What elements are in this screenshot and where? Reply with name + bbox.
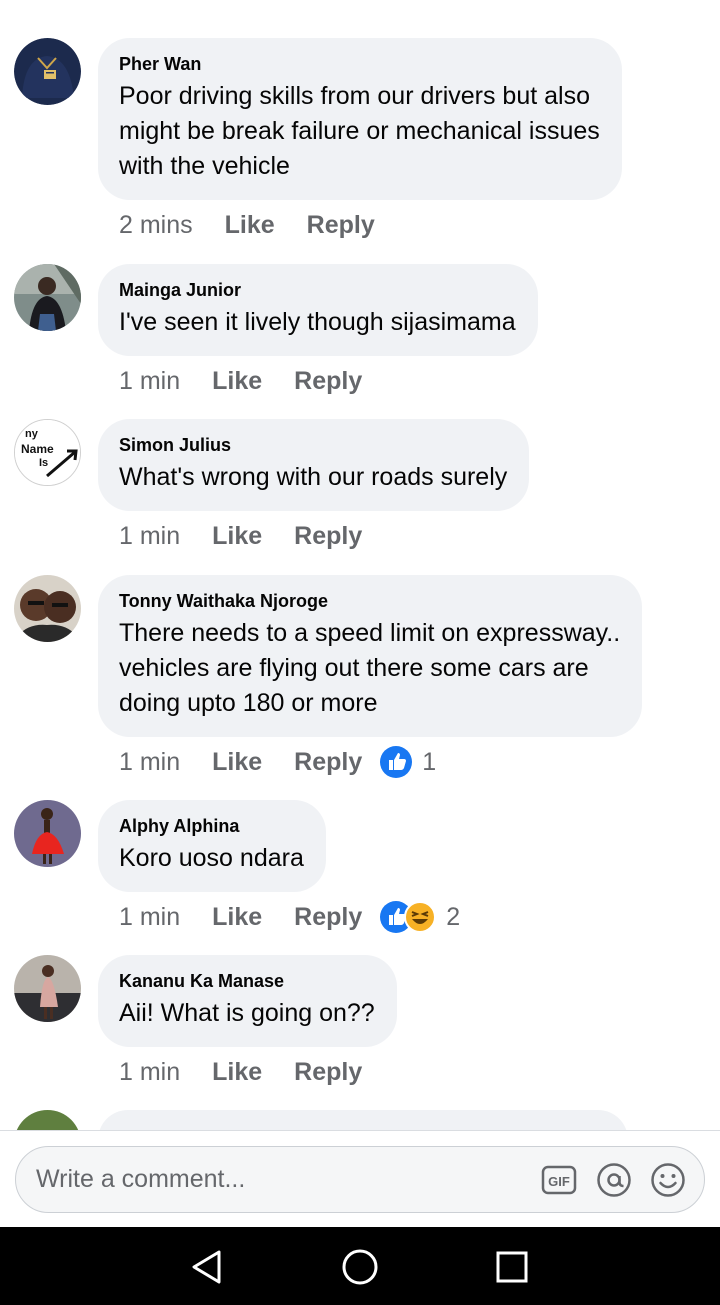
comment-meta: 1 min Like Reply 1 <box>119 745 436 779</box>
comment-bubble[interactable]: Pher Wan Poor driving skills from our dr… <box>98 38 622 200</box>
comment-text-line: What's wrong with our roads surely <box>119 463 508 491</box>
like-button[interactable]: Like <box>212 522 262 551</box>
comment-text-line: might be break failure or mechanical iss… <box>119 117 600 145</box>
reaction-count: 2 <box>446 902 461 931</box>
avatar[interactable] <box>14 264 81 331</box>
comment-text-line: Aii! What is going on?? <box>119 999 375 1027</box>
comment-time[interactable]: 1 min <box>119 1058 180 1087</box>
avatar-text: Name <box>21 442 54 456</box>
comment-text-line: Poor driving skills from our drivers but… <box>119 82 590 110</box>
comment-bubble[interactable]: Simon Julius What's wrong with our roads… <box>98 419 530 511</box>
comment-meta: 1 min Like Reply 2 <box>119 900 460 934</box>
avatar[interactable]: ny Name Is <box>14 419 81 486</box>
comment-author[interactable]: Simon Julius <box>119 434 507 456</box>
reaction-count: 1 <box>422 747 437 776</box>
avatar-text: ny <box>25 428 39 440</box>
comment-time[interactable]: 2 mins <box>119 211 193 240</box>
emoji-icon[interactable] <box>649 1161 687 1199</box>
recents-square-icon[interactable] <box>491 1246 533 1288</box>
reply-button[interactable]: Reply <box>294 367 362 396</box>
like-button[interactable]: Like <box>212 903 262 932</box>
reactions-summary[interactable]: 1 <box>380 746 436 778</box>
comment-author[interactable]: Mainga Junior <box>119 279 516 301</box>
comment-text-line: vehicles are flying out there some cars … <box>119 654 589 682</box>
comment-bubble[interactable]: Mainga Junior I've seen it lively though… <box>98 264 538 356</box>
comment-bubble[interactable] <box>98 1110 628 1130</box>
comment-text-line: I've seen it lively though sijasimama <box>119 308 516 336</box>
comment-time[interactable]: 1 min <box>119 367 180 396</box>
comment-text-line: There needs to a speed limit on expressw… <box>119 619 621 647</box>
comment-author[interactable]: Alphy Alphina <box>119 815 304 837</box>
comment-composer: Write a comment... GIF <box>0 1130 720 1227</box>
like-button[interactable]: Like <box>225 211 275 240</box>
comment-bubble[interactable]: Tonny Waithaka Njoroge There needs to a … <box>98 575 643 737</box>
system-nav-bar <box>0 1227 720 1305</box>
like-button[interactable]: Like <box>212 367 262 396</box>
comment-author[interactable]: Kananu Ka Manase <box>119 970 375 992</box>
comment-input[interactable]: Write a comment... GIF <box>15 1146 705 1213</box>
reply-button[interactable]: Reply <box>294 748 362 777</box>
comments-feed[interactable]: Pher Wan Poor driving skills from our dr… <box>0 0 720 1130</box>
like-reaction-icon <box>380 746 413 778</box>
comment-time[interactable]: 1 min <box>119 903 180 932</box>
svg-text:GIF: GIF <box>548 1174 570 1189</box>
home-circle-icon[interactable] <box>339 1246 381 1288</box>
avatar[interactable] <box>14 955 81 1022</box>
gif-icon[interactable]: GIF <box>540 1161 578 1199</box>
comment-text: There needs to a speed limit on expressw… <box>119 616 620 721</box>
mention-icon[interactable] <box>595 1161 633 1199</box>
avatar[interactable] <box>14 1110 81 1130</box>
comment-text: Aii! What is going on?? <box>119 996 375 1031</box>
comment-time[interactable]: 1 min <box>119 522 180 551</box>
avatar[interactable] <box>14 800 81 867</box>
comment-meta: 1 min Like Reply <box>119 519 362 553</box>
reply-button[interactable]: Reply <box>294 522 362 551</box>
comment-text: Koro uoso ndara <box>119 841 304 876</box>
comment-text: Poor driving skills from our drivers but… <box>119 79 600 184</box>
comment-bubble[interactable]: Kananu Ka Manase Aii! What is going on?? <box>98 955 397 1047</box>
like-button[interactable]: Like <box>212 1058 262 1087</box>
comment-meta: 2 mins Like Reply <box>119 208 375 242</box>
reactions-summary[interactable]: 2 <box>380 901 460 933</box>
comment-bubble[interactable]: Alphy Alphina Koro uoso ndara <box>98 800 326 892</box>
comment-text-line: with the vehicle <box>119 152 290 180</box>
comment-author[interactable]: Tonny Waithaka Njoroge <box>119 590 620 612</box>
reply-button[interactable]: Reply <box>294 1058 362 1087</box>
comment-meta: 1 min Like Reply <box>119 1055 362 1089</box>
comment-text-line: doing upto 180 or more <box>119 689 378 717</box>
haha-reaction-icon <box>404 901 437 933</box>
reply-button[interactable]: Reply <box>294 903 362 932</box>
avatar[interactable] <box>14 575 81 642</box>
comment-author[interactable]: Pher Wan <box>119 53 600 75</box>
comment-time[interactable]: 1 min <box>119 748 180 777</box>
comment-text: I've seen it lively though sijasimama <box>119 305 516 340</box>
comment-text-line: Koro uoso ndara <box>119 844 304 872</box>
reply-button[interactable]: Reply <box>307 211 375 240</box>
avatar[interactable] <box>14 38 81 105</box>
back-triangle-icon[interactable] <box>185 1246 227 1288</box>
like-button[interactable]: Like <box>212 748 262 777</box>
avatar-text: Is <box>39 457 48 469</box>
comment-text: What's wrong with our roads surely <box>119 460 507 495</box>
comment-meta: 1 min Like Reply <box>119 364 362 398</box>
comment-input-placeholder: Write a comment... <box>36 1165 246 1193</box>
